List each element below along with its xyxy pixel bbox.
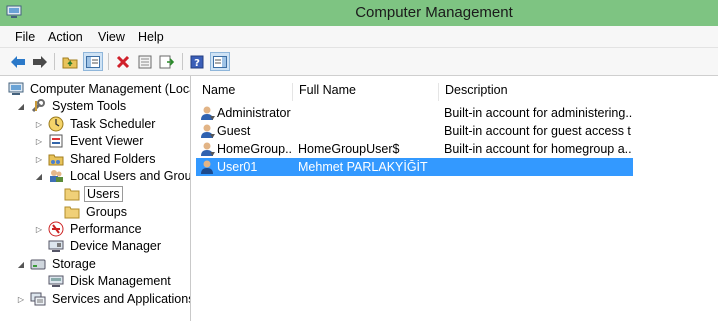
show-hide-console-tree-button[interactable]: [83, 52, 103, 71]
svg-text:?: ?: [194, 58, 200, 69]
toolbar: ?: [0, 48, 718, 76]
help-button[interactable]: ?: [187, 52, 207, 71]
window-title: Computer Management: [355, 4, 513, 21]
tree-item-label: Disk Management: [70, 274, 171, 288]
tree-item-performance[interactable]: ▷ Performance: [34, 220, 144, 238]
collapse-arrow-icon[interactable]: ◢: [16, 260, 26, 269]
tree-item-label: Groups: [86, 205, 127, 219]
column-header-description[interactable]: Description: [439, 83, 639, 101]
tree-item-event-viewer[interactable]: ▷ Event Viewer: [34, 132, 145, 150]
show-hide-tree-icon: [86, 55, 100, 68]
user-icon: [200, 123, 216, 139]
computer-management-icon: [8, 81, 24, 97]
tree-item-storage[interactable]: ◢ Storage: [16, 255, 98, 273]
user-icon: [200, 105, 216, 121]
collapse-arrow-icon[interactable]: ◢: [34, 172, 44, 181]
tree-item-label: Services and Applications: [52, 292, 191, 306]
tree-item-users[interactable]: Users: [64, 185, 123, 203]
user-full-name: HomeGroupUser$: [298, 142, 400, 156]
properties-icon: [138, 55, 152, 69]
clock-icon: [48, 116, 64, 132]
tree-item-label: Computer Management (Local: [30, 82, 191, 96]
table-row[interactable]: Guest Built-in account for guest access …: [196, 122, 633, 140]
storage-icon: [30, 256, 46, 272]
column-header-name[interactable]: Name: [196, 83, 293, 101]
user-description: Built-in account for administering...: [444, 106, 632, 120]
back-icon: [10, 55, 26, 69]
user-name: Administrator: [217, 106, 291, 120]
folder-open-icon: [64, 186, 80, 202]
tree-item-system-tools[interactable]: ◢ System Tools: [16, 97, 128, 115]
user-icon: [200, 141, 216, 157]
user-name: Guest: [217, 124, 251, 138]
export-list-icon: [159, 55, 175, 69]
tree-item-groups[interactable]: Groups: [64, 203, 129, 221]
user-full-name: Mehmet PARLAKYİĞİT: [298, 160, 428, 174]
tree-item-label: Task Scheduler: [70, 117, 156, 131]
table-row-selected[interactable]: User01 Mehmet PARLAKYİĞİT: [196, 158, 633, 176]
expand-arrow-icon[interactable]: ▷: [16, 295, 26, 304]
menu-view[interactable]: View: [98, 30, 125, 44]
user-icon: [200, 159, 216, 175]
tools-icon: [30, 98, 46, 114]
disk-management-icon: [48, 273, 64, 289]
users-group-icon: [48, 168, 64, 184]
performance-icon: [48, 221, 64, 237]
back-button[interactable]: [8, 52, 28, 71]
user-description: Built-in account for homegroup a...: [444, 142, 632, 156]
tree-item-label: Storage: [52, 257, 96, 271]
menu-help[interactable]: Help: [138, 30, 164, 44]
tree-item-services-and-applications[interactable]: ▷ Services and Applications: [16, 290, 191, 308]
up-folder-icon: [62, 55, 78, 69]
services-icon: [30, 291, 46, 307]
user-description: Built-in account for guest access t...: [444, 124, 632, 138]
tree-item-label: Event Viewer: [70, 134, 144, 148]
forward-icon: [32, 55, 48, 69]
tree-item-local-users-and-groups[interactable]: ◢ Local Users and Groups: [34, 167, 191, 185]
delete-icon: [116, 55, 130, 69]
help-icon: ?: [190, 55, 204, 69]
folder-icon: [64, 204, 80, 220]
show-hide-action-pane-icon: [213, 55, 227, 68]
show-hide-action-pane-button[interactable]: [210, 52, 230, 71]
shared-folder-icon: [48, 151, 64, 167]
menu-file[interactable]: File: [15, 30, 35, 44]
expand-arrow-icon[interactable]: ▷: [34, 155, 44, 164]
forward-button[interactable]: [30, 52, 50, 71]
title-bar: Computer Management: [0, 0, 718, 26]
user-name: HomeGroup...: [217, 142, 293, 156]
expand-arrow-icon[interactable]: ▷: [34, 120, 44, 129]
tree-item-label: Performance: [70, 222, 142, 236]
tree-item-computer-management[interactable]: Computer Management (Local: [8, 80, 191, 98]
tree-item-label: Local Users and Groups: [70, 169, 191, 183]
tree-item-label: System Tools: [52, 99, 127, 113]
collapse-arrow-icon[interactable]: ◢: [16, 102, 26, 111]
tree-item-task-scheduler[interactable]: ▷ Task Scheduler: [34, 115, 157, 133]
properties-button[interactable]: [135, 52, 155, 71]
export-list-button[interactable]: [157, 52, 177, 71]
expand-arrow-icon[interactable]: ▷: [34, 137, 44, 146]
table-row[interactable]: Administrator Built-in account for admin…: [196, 104, 633, 122]
menu-bar: File Action View Help: [0, 26, 718, 48]
menu-action[interactable]: Action: [48, 30, 83, 44]
tree-item-shared-folders[interactable]: ▷ Shared Folders: [34, 150, 157, 168]
tree-item-label: Shared Folders: [70, 152, 156, 166]
tree-item-disk-management[interactable]: Disk Management: [48, 272, 173, 290]
table-row[interactable]: HomeGroup... HomeGroupUser$ Built-in acc…: [196, 140, 633, 158]
tree-item-device-manager[interactable]: Device Manager: [48, 237, 163, 255]
tree-item-label: Device Manager: [70, 239, 162, 253]
up-one-level-button[interactable]: [60, 52, 80, 71]
event-viewer-icon: [48, 133, 64, 149]
console-tree[interactable]: Computer Management (Local ◢ System Tool…: [0, 76, 191, 321]
users-list[interactable]: Name Full Name Description Administrator…: [196, 76, 718, 321]
tree-item-label: Users: [84, 186, 123, 202]
user-name: User01: [217, 160, 258, 174]
column-header-full-name[interactable]: Full Name: [293, 83, 439, 101]
delete-button[interactable]: [113, 52, 133, 71]
expand-arrow-icon[interactable]: ▷: [34, 225, 44, 234]
device-manager-icon: [48, 238, 64, 254]
